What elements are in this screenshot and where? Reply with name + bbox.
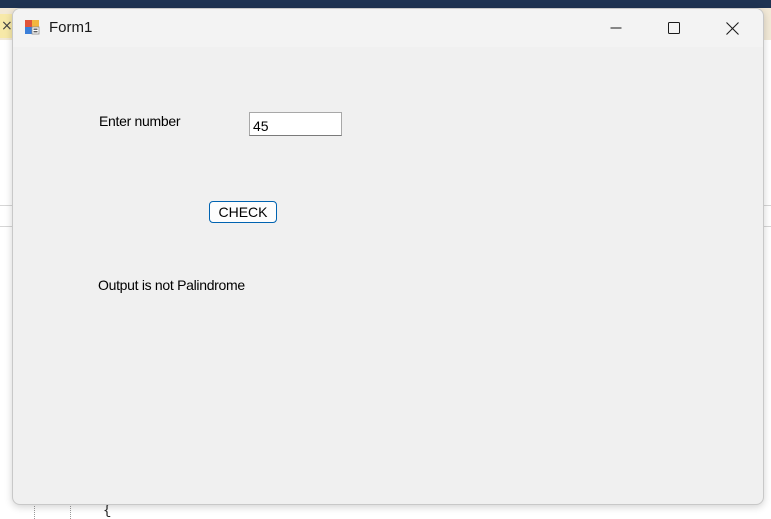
form1-window: Form1 Enter number CHECK Output is not P… [12, 8, 764, 505]
ide-indent-guide [34, 504, 35, 519]
output-label: Output is not Palindrome [98, 277, 245, 293]
window-title: Form1 [49, 19, 93, 36]
ide-code-brace: { [103, 503, 112, 519]
window-titlebar[interactable]: Form1 [13, 9, 763, 47]
minimize-button[interactable] [587, 9, 645, 47]
winforms-app-icon [24, 19, 40, 35]
enter-number-label: Enter number [99, 113, 181, 129]
number-input[interactable] [249, 112, 342, 136]
close-icon [725, 21, 739, 35]
maximize-icon [668, 22, 680, 34]
ide-title-strip [0, 0, 771, 8]
ide-indent-guide [70, 504, 71, 519]
close-button[interactable] [703, 9, 761, 47]
minimize-icon [610, 27, 622, 29]
ide-tab-close-button[interactable]: × [0, 14, 13, 38]
maximize-button[interactable] [645, 9, 703, 47]
check-button[interactable]: CHECK [209, 201, 277, 223]
